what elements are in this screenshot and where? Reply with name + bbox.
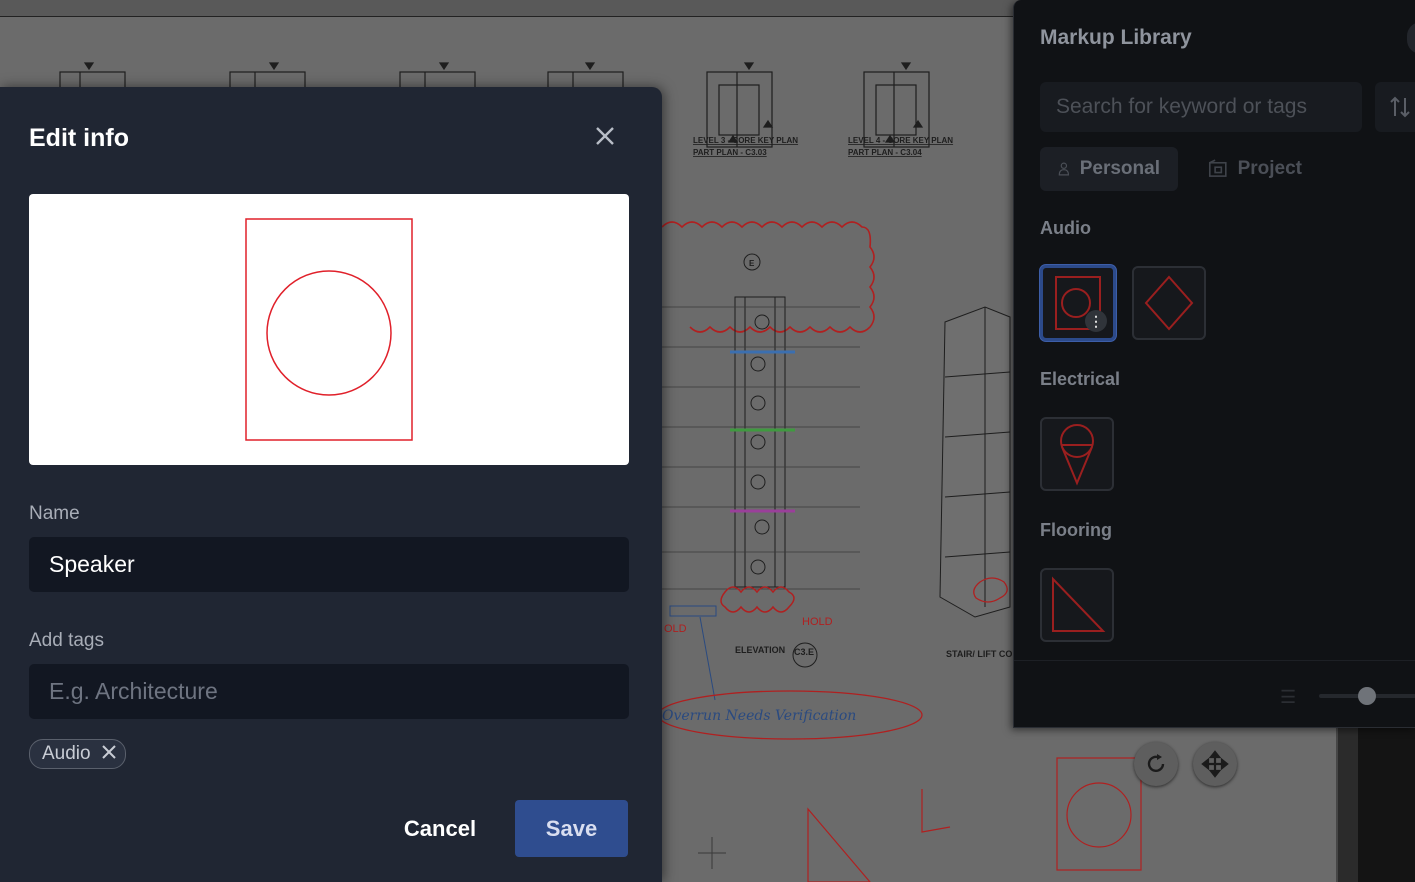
tags-input[interactable] — [29, 664, 629, 719]
library-item-speaker[interactable]: ⋮ — [1040, 265, 1116, 341]
close-icon — [596, 127, 614, 145]
tags-field[interactable] — [29, 664, 629, 719]
sort-icon — [1390, 96, 1410, 118]
list-view-icon[interactable]: ☰ — [1280, 687, 1296, 708]
tag-chip-label: Audio — [42, 743, 91, 764]
tag-chip-audio: Audio — [29, 739, 126, 769]
plan-title-2: LEVEL 4 - CORE KEY PLAN — [848, 136, 953, 145]
item-options-button[interactable]: ⋮ — [1085, 310, 1107, 332]
building-icon — [1208, 159, 1227, 177]
tags-label: Add tags — [29, 630, 104, 651]
library-search-field[interactable] — [1040, 82, 1362, 132]
plan-subtitle-2: PART PLAN - C3.04 — [848, 148, 922, 157]
dialog-title: Edit info — [29, 124, 129, 152]
section-audio-title: Audio — [1040, 218, 1091, 238]
hold-label: HOLD — [802, 616, 833, 628]
section-flooring-title: Flooring — [1040, 520, 1112, 540]
move-icon — [1201, 750, 1229, 778]
cone-symbol-icon — [1060, 424, 1094, 486]
tab-project[interactable]: Project — [1190, 147, 1320, 191]
stair-label: STAIR/ LIFT CO — [946, 649, 1012, 659]
speaker-symbol-preview — [245, 218, 413, 441]
rotate-button[interactable] — [1134, 742, 1178, 786]
plan-subtitle-1: PART PLAN - C3.03 — [693, 148, 767, 157]
tab-personal[interactable]: Personal — [1040, 147, 1178, 191]
library-item-diamond[interactable] — [1132, 266, 1206, 340]
handwritten-annotation: Overrun Needs Verification — [662, 708, 856, 724]
remove-tag-button[interactable] — [101, 744, 117, 764]
user-icon — [1058, 162, 1070, 176]
cancel-button[interactable]: Cancel — [390, 800, 490, 857]
library-item-cone[interactable] — [1040, 417, 1114, 491]
slider-knob[interactable] — [1358, 687, 1376, 705]
edit-info-dialog: Edit info Name Add tags Audio Cancel Sav… — [0, 87, 662, 882]
markup-preview — [29, 194, 629, 465]
elevation-label: ELEVATION — [735, 645, 785, 655]
tab-project-label: Project — [1237, 158, 1302, 179]
library-footer: ☰ — [1014, 660, 1415, 727]
triangle-symbol-icon — [1052, 576, 1106, 632]
library-collapse-button[interactable] — [1407, 22, 1415, 54]
move-button[interactable] — [1193, 742, 1237, 786]
library-search-input[interactable] — [1040, 82, 1362, 132]
diamond-symbol-icon — [1144, 275, 1194, 331]
save-button[interactable]: Save — [515, 800, 628, 857]
elevation-ref: C3.E — [794, 647, 814, 657]
tab-personal-label: Personal — [1079, 158, 1160, 179]
section-electrical-title: Electrical — [1040, 369, 1121, 389]
plan-title-1: LEVEL 3 - CORE KEY PLAN — [693, 136, 798, 145]
close-button[interactable] — [590, 123, 620, 153]
library-item-triangle[interactable] — [1040, 568, 1114, 642]
rotate-icon — [1147, 754, 1165, 773]
markup-library-panel: Markup Library Personal Project Audio ⋮ … — [1013, 0, 1415, 728]
close-icon — [101, 745, 116, 759]
name-field[interactable] — [29, 537, 629, 592]
name-label: Name — [29, 503, 80, 524]
library-title: Markup Library — [1040, 26, 1192, 49]
level-marker: E — [749, 259, 755, 268]
hold-label-left: OLD — [664, 623, 687, 635]
sort-button[interactable] — [1375, 82, 1415, 132]
name-input[interactable] — [29, 537, 629, 592]
